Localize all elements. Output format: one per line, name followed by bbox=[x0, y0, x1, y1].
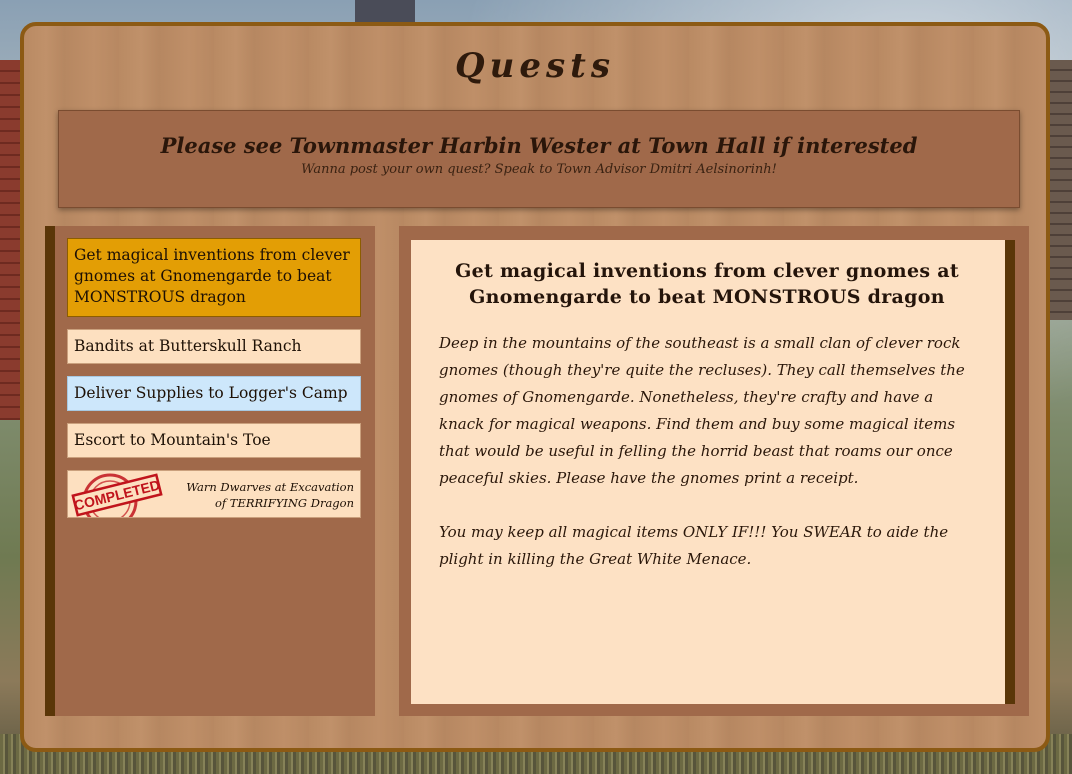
quest-item-mountains-toe[interactable]: Escort to Mountain's Toe bbox=[67, 423, 361, 458]
quest-item-label: Bandits at Butterskull Ranch bbox=[74, 337, 302, 355]
quest-board-panel: Quests Please see Townmaster Harbin West… bbox=[20, 22, 1050, 752]
quest-detail-title: Get magical inventions from clever gnome… bbox=[455, 260, 959, 308]
quest-detail-paragraph: Deep in the mountains of the southeast i… bbox=[439, 334, 965, 487]
quest-detail-panel: Get magical inventions from clever gnome… bbox=[399, 226, 1029, 716]
completed-stamp-icon: COMPLETED bbox=[71, 473, 163, 517]
quest-detail-card: Get magical inventions from clever gnome… bbox=[411, 240, 1015, 704]
quest-item-label: Deliver Supplies to Logger's Camp bbox=[74, 384, 348, 402]
quest-item-label: Escort to Mountain's Toe bbox=[74, 431, 271, 449]
notice-sub-text: Wanna post your own quest? Speak to Town… bbox=[301, 162, 777, 177]
quest-list: Get magical inventions from clever gnome… bbox=[45, 226, 375, 716]
quest-detail-body: Deep in the mountains of the southeast i… bbox=[439, 330, 975, 573]
quest-item-gnomengarde[interactable]: Get magical inventions from clever gnome… bbox=[67, 238, 361, 317]
page-title: Quests bbox=[455, 46, 615, 86]
quest-item-label: Get magical inventions from clever gnome… bbox=[74, 246, 350, 306]
quest-item-dwarves-excavation[interactable]: COMPLETED Warn Dwarves at Excavation of … bbox=[67, 470, 361, 518]
quest-item-loggers-camp[interactable]: Deliver Supplies to Logger's Camp bbox=[67, 376, 361, 411]
quest-item-butterskull[interactable]: Bandits at Butterskull Ranch bbox=[67, 329, 361, 364]
quest-detail-paragraph: You may keep all magical items ONLY IF!!… bbox=[439, 523, 949, 568]
notice-banner: Please see Townmaster Harbin Wester at T… bbox=[58, 110, 1020, 208]
notice-main-text: Please see Townmaster Harbin Wester at T… bbox=[160, 133, 918, 158]
quest-item-label: Warn Dwarves at Excavation of TERRIFYING… bbox=[186, 480, 354, 510]
